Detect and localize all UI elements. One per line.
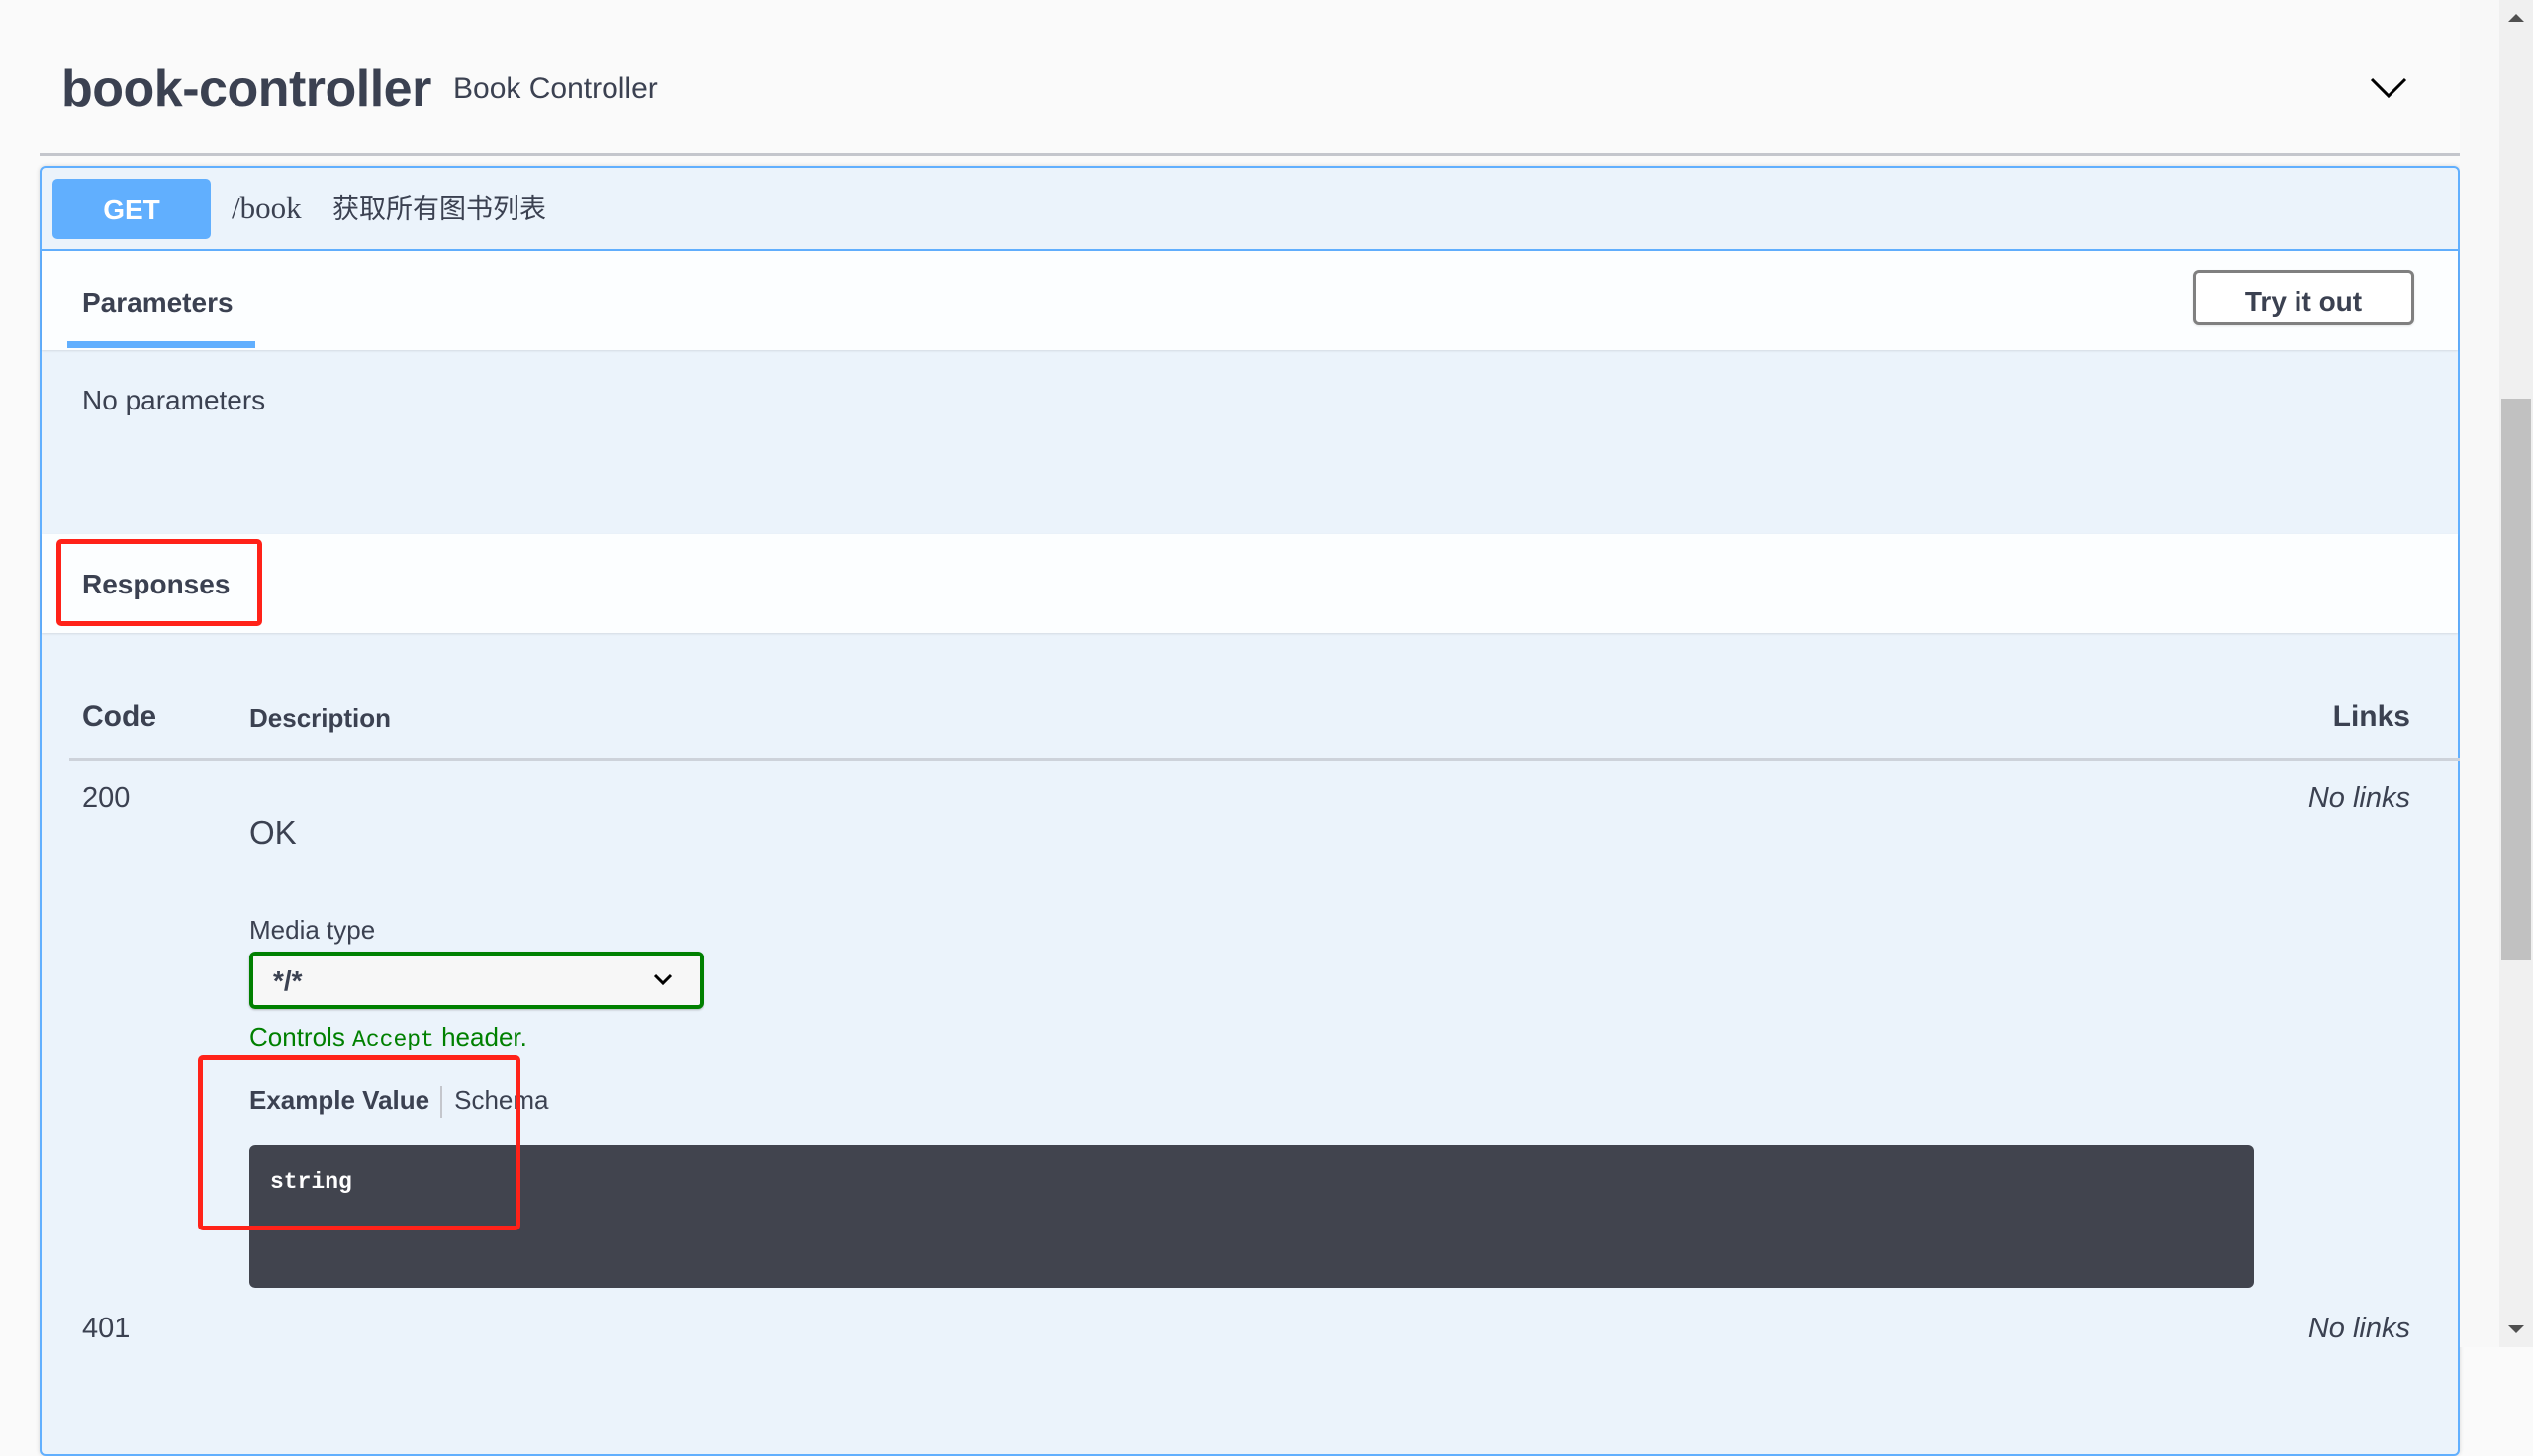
chevron-down-icon[interactable]	[2367, 69, 2410, 105]
media-type-select[interactable]: */*	[249, 952, 704, 1009]
responses-title: Responses	[82, 569, 231, 599]
scroll-down-arrow-icon[interactable]	[2508, 1325, 2524, 1333]
responses-header: Responses	[42, 534, 2458, 633]
response-links-401: No links	[2307, 1313, 2410, 1344]
opblock-get-book: GET /book 获取所有图书列表 Parameters Try it out…	[40, 166, 2462, 1456]
page-gutter	[2460, 0, 2499, 1347]
response-links-200: No links	[2307, 782, 2410, 814]
tab-parameters[interactable]: Parameters	[67, 251, 255, 350]
scroll-up-arrow-icon[interactable]	[2508, 14, 2524, 22]
example-value-text: string	[270, 1169, 352, 1195]
tag-divider	[40, 153, 2460, 156]
table-header-divider	[69, 758, 2462, 761]
opblock-summary[interactable]: GET /book 获取所有图书列表	[42, 168, 2458, 251]
tab-example-value[interactable]: Example Value	[249, 1085, 429, 1115]
column-header-description: Description	[249, 703, 392, 733]
column-header-code: Code	[82, 700, 156, 733]
tab-divider	[440, 1086, 443, 1119]
controls-accept-text: Controls Accept header.	[249, 1022, 527, 1052]
tab-schema[interactable]: Schema	[454, 1085, 548, 1115]
tag-description: Book Controller	[453, 72, 658, 105]
method-badge: GET	[52, 179, 211, 239]
response-code-401: 401	[82, 1313, 131, 1344]
media-type-value: */*	[273, 965, 303, 996]
chevron-down-icon	[652, 971, 674, 987]
try-it-out-button[interactable]: Try it out	[2193, 270, 2414, 325]
media-type-label: Media type	[249, 915, 376, 945]
example-tabs: Example Value Schema	[249, 1082, 549, 1119]
response-description-200: OK	[249, 814, 297, 851]
parameters-header: Parameters Try it out	[42, 251, 2458, 350]
example-value-code-block: string	[249, 1145, 2254, 1288]
tag-title[interactable]: book-controller	[61, 57, 431, 121]
operation-summary: 获取所有图书列表	[332, 194, 546, 224]
tab-parameters-label: Parameters	[82, 287, 234, 318]
column-header-links: Links	[2332, 700, 2410, 733]
tab-active-indicator	[67, 341, 255, 348]
no-parameters-text: No parameters	[82, 385, 266, 415]
scrollbar-thumb[interactable]	[2501, 399, 2531, 960]
operation-path: /book	[232, 190, 302, 225]
response-code-200: 200	[82, 782, 131, 814]
